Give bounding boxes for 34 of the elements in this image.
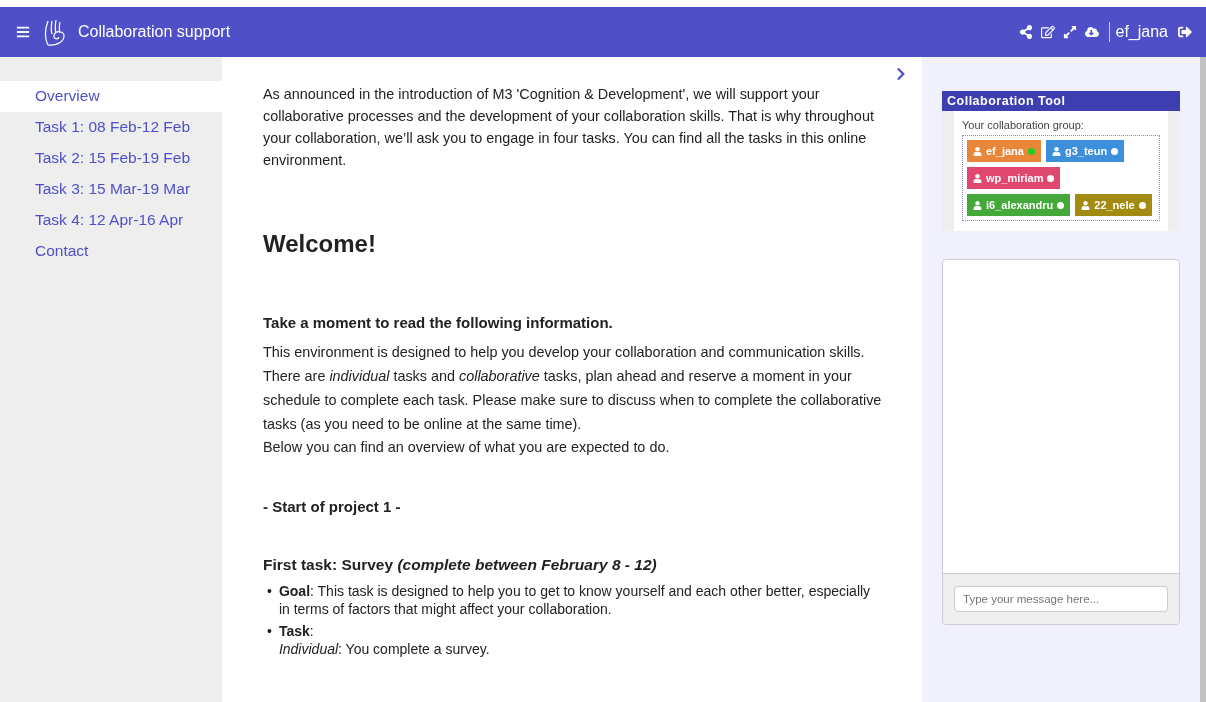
sidebar-item[interactable]: Contact <box>0 236 222 267</box>
message-input[interactable]: Type your message here... <box>954 586 1168 612</box>
bullet-text: Task: <box>278 622 315 640</box>
member-tag: ef_jana <box>967 140 1041 162</box>
body-paragraph: Below you can find an overview of what you are expected to do. <box>263 438 671 457</box>
bullet-marker: • <box>267 622 272 640</box>
member-tag: wp_miriam <box>967 167 1061 189</box>
sidebar-item[interactable]: Task 4: 12 Apr-16 Apr <box>0 205 222 236</box>
sidebar-item[interactable]: Task 3: 15 Mar-19 Mar <box>0 174 222 205</box>
group-label: Your collaboration group: <box>962 119 1085 131</box>
user-icon <box>1051 146 1061 156</box>
app-title: Collaboration support <box>78 23 231 41</box>
user-icon <box>973 173 982 183</box>
user-icon <box>1081 200 1091 210</box>
member-tag: i6_alexandru <box>967 194 1071 216</box>
sidebar-item[interactable]: Task 1: 08 Feb-12 Feb <box>0 112 222 143</box>
sidebar-item[interactable]: Task 2: 15 Feb-19 Feb <box>0 143 222 174</box>
project-heading: - Start of project 1 - <box>263 497 402 517</box>
username: ef_jana <box>1115 23 1168 41</box>
member-tag: 22_nele <box>1075 194 1152 216</box>
sidebar-item[interactable]: Overview <box>0 81 222 112</box>
member-tag: g3_teun <box>1045 140 1125 162</box>
bullet-note: Individual: You complete a survey. <box>278 640 490 658</box>
task-heading: First task: Survey (complete between February 8 - 12) <box>263 555 658 575</box>
welcome-heading: Welcome! <box>263 233 377 255</box>
tool-title: Collaboration Tool <box>942 91 1180 111</box>
hand-logo-icon <box>42 17 68 47</box>
section-heading: Take a moment to read the following information. <box>263 313 614 333</box>
bullet-marker: • <box>267 582 272 600</box>
intro-paragraph: As announced in the introduction of M3 'Cognition & Development', we will support your collaborative processes and the development of your collaboration skills. That is why throughout your collaboration, we’ll ask you to engage in four tasks. You can find all the tasks in this online environment. <box>263 85 875 170</box>
user-icon <box>973 146 982 156</box>
bullet-text: Goal: This task is designed to help you to get to know yourself and each other better, especially in terms of factors that might affect your collaboration. <box>278 582 872 618</box>
user-icon <box>973 200 982 210</box>
body-paragraph: This environment is designed to help you develop your collaboration and communication skills. There are individual tasks and collaborative tasks, plan ahead and reserve a moment in your schedule to complete each task. Please make sure to discuss when to complete the collaborative tasks (as you need to be online at the same time). <box>263 343 882 434</box>
